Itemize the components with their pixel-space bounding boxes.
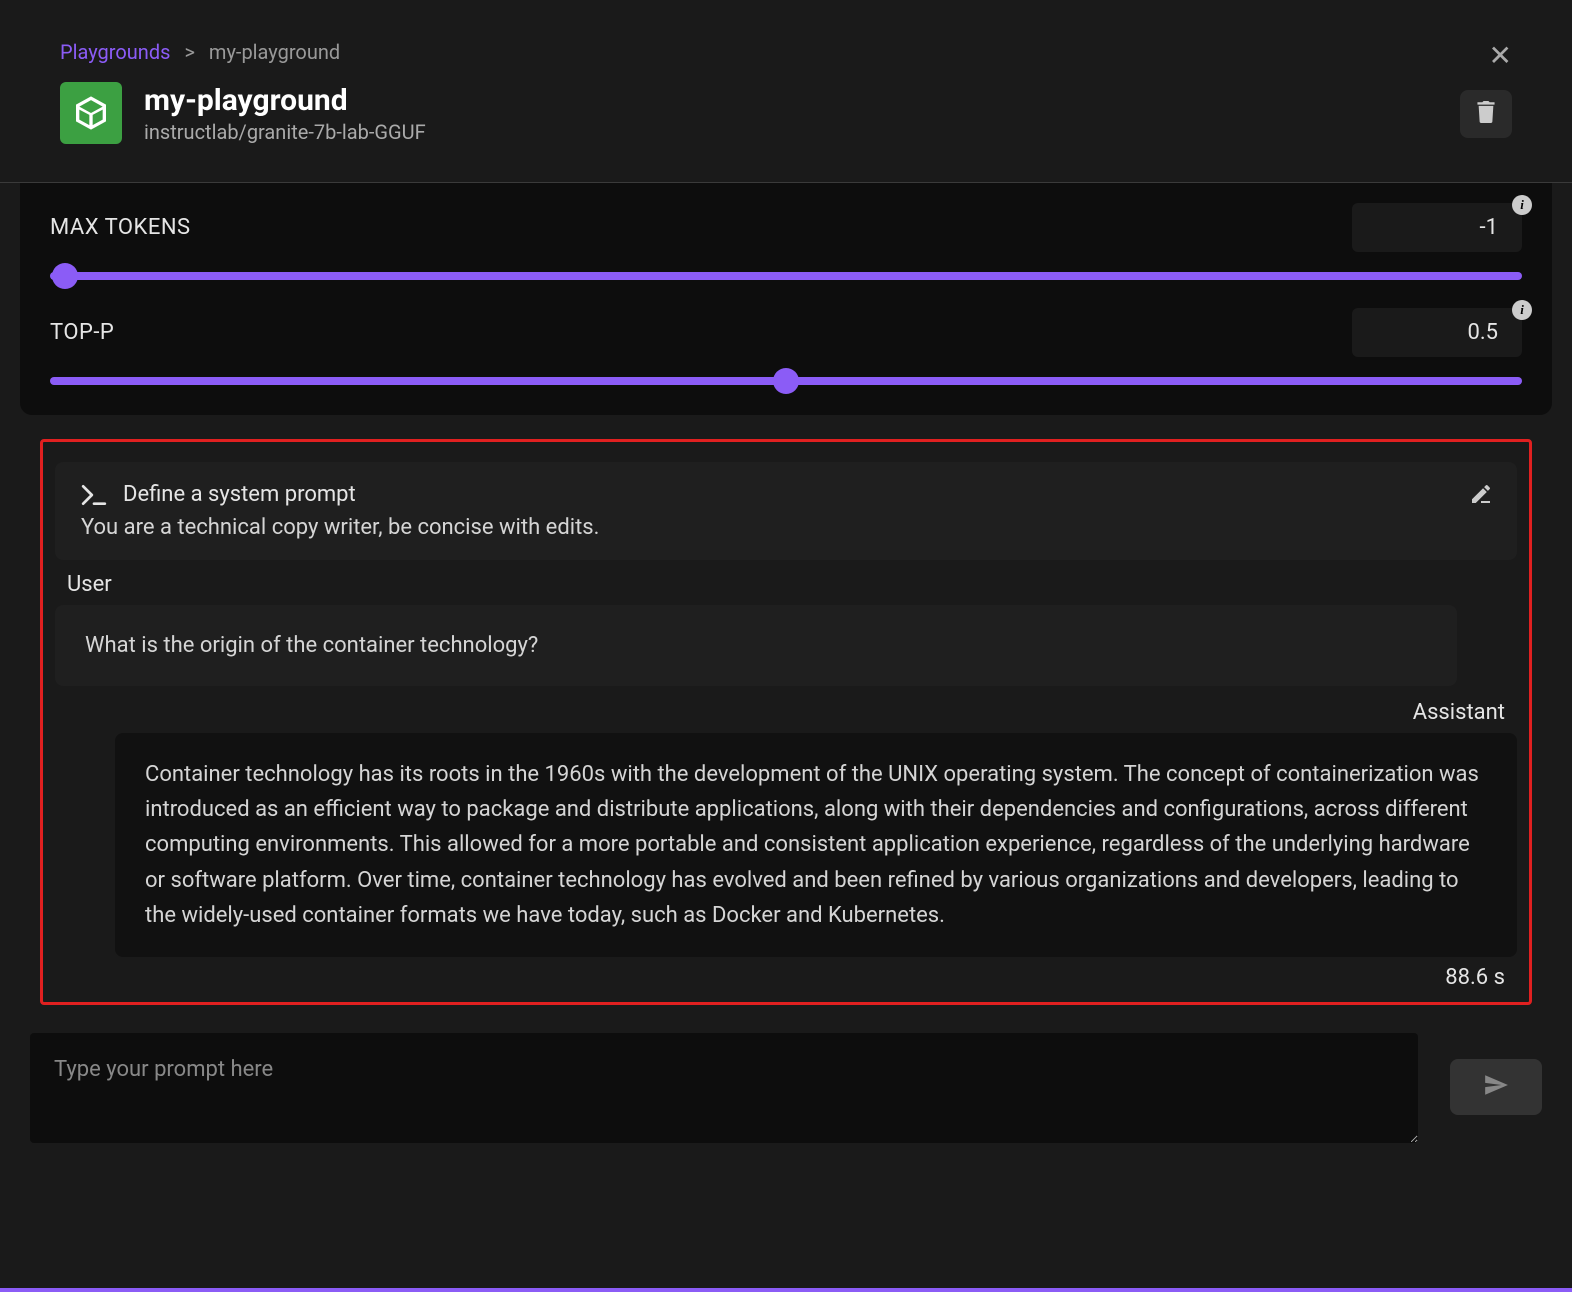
slider-thumb[interactable] [52, 263, 78, 289]
bottom-accent-bar [0, 1288, 1572, 1292]
system-prompt-title: Define a system prompt [123, 482, 356, 507]
trash-icon [1476, 101, 1496, 127]
breadcrumb-root-link[interactable]: Playgrounds [60, 40, 170, 64]
breadcrumb: Playgrounds > my-playground [60, 40, 1512, 64]
max-tokens-param: MAX TOKENS -1 i [50, 203, 1522, 280]
info-icon[interactable]: i [1512, 300, 1532, 320]
breadcrumb-separator: > [184, 40, 194, 64]
top-p-param: TOP-P 0.5 i [50, 308, 1522, 385]
breadcrumb-current: my-playground [209, 40, 340, 64]
prompt-input[interactable] [30, 1033, 1418, 1143]
model-subtitle: instructlab/granite-7b-lab-GGUF [144, 120, 426, 144]
top-p-label: TOP-P [50, 320, 114, 345]
slider-thumb[interactable] [773, 368, 799, 394]
user-message: What is the origin of the container tech… [55, 605, 1457, 686]
top-p-slider[interactable] [50, 377, 1522, 385]
delete-button[interactable] [1460, 90, 1512, 138]
user-role-label: User [67, 572, 1517, 597]
max-tokens-label: MAX TOKENS [50, 215, 191, 240]
conversation-panel: Define a system prompt You are a technic… [40, 439, 1532, 1005]
response-timing: 88.6 s [55, 965, 1505, 990]
edit-icon[interactable] [1469, 482, 1493, 510]
top-p-value[interactable]: 0.5 [1352, 308, 1522, 357]
max-tokens-value[interactable]: -1 [1352, 203, 1522, 252]
assistant-message: Container technology has its roots in th… [115, 733, 1517, 957]
info-icon[interactable]: i [1512, 195, 1532, 215]
assistant-role-label: Assistant [55, 700, 1505, 725]
terminal-icon [81, 484, 107, 506]
playground-cube-icon [60, 82, 122, 144]
system-prompt-box: Define a system prompt You are a technic… [55, 462, 1517, 560]
page-title: my-playground [144, 83, 426, 118]
send-icon [1483, 1072, 1509, 1102]
max-tokens-slider[interactable] [50, 272, 1522, 280]
system-prompt-text: You are a technical copy writer, be conc… [81, 515, 1491, 540]
send-button[interactable] [1450, 1059, 1542, 1115]
close-icon[interactable]: ✕ [1489, 42, 1512, 70]
